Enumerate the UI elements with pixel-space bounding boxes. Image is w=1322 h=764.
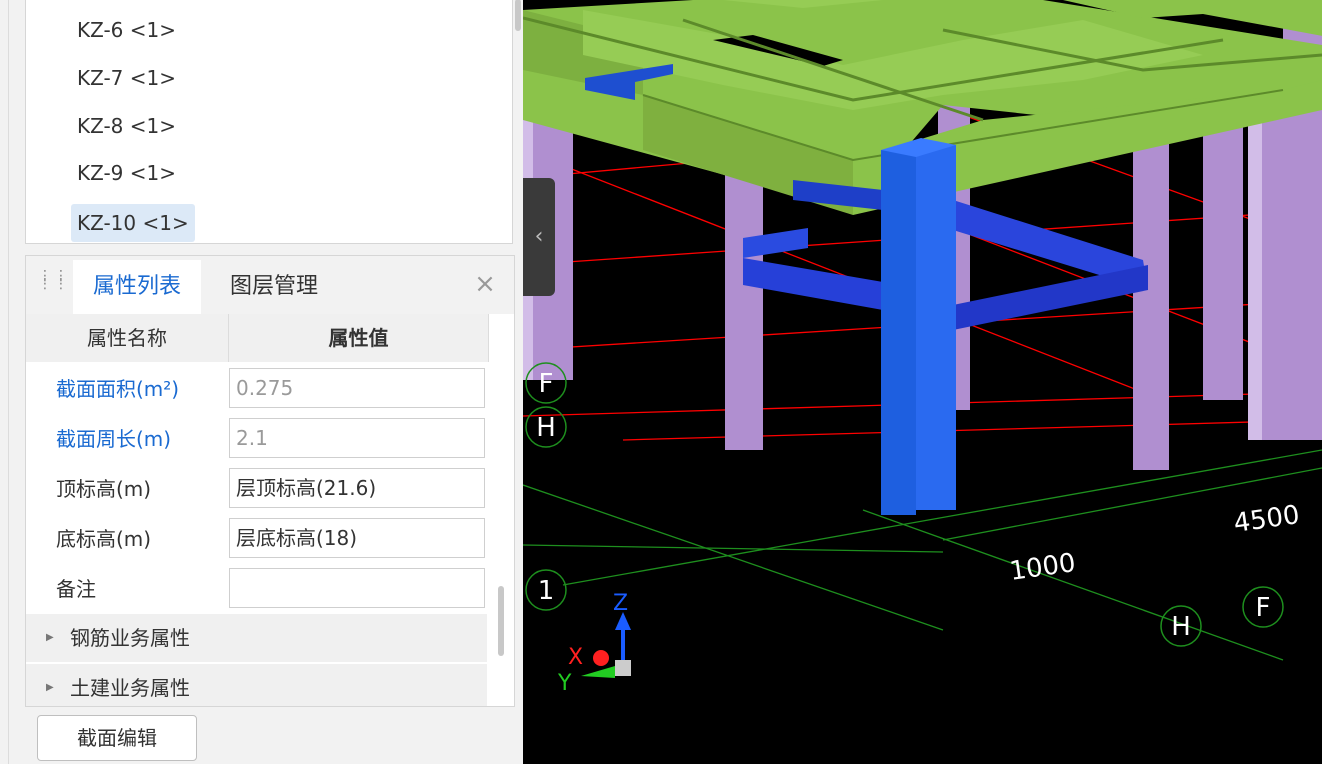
panel-tabbar: ⋮⋮ ⋮⋮ 属性列表 图层管理 × bbox=[26, 256, 514, 314]
panel-edge bbox=[8, 0, 9, 764]
tab-layer-management[interactable]: 图层管理 bbox=[210, 260, 338, 314]
property-row: 底标高(m) 层底标高(18) bbox=[26, 514, 491, 564]
3d-viewport[interactable]: F H 1 H F 4500 1000 Z X Y bbox=[523, 0, 1322, 764]
axis-label-h: H bbox=[536, 413, 556, 443]
property-name: 底标高(m) bbox=[56, 527, 152, 551]
panel-scrollbar[interactable] bbox=[498, 586, 504, 656]
property-name: 顶标高(m) bbox=[56, 477, 152, 501]
close-icon[interactable]: × bbox=[472, 268, 498, 300]
dimension-1000: 1000 bbox=[1008, 548, 1078, 587]
group-rebar-properties[interactable]: ▶ 钢筋业务属性 bbox=[26, 614, 487, 662]
group-label: 土建业务属性 bbox=[70, 676, 190, 700]
property-value-field[interactable]: 层底标高(18) bbox=[229, 518, 485, 558]
collapse-panel-button[interactable]: ‹ bbox=[523, 178, 555, 296]
axis-z-label: Z bbox=[613, 591, 628, 616]
axis-label-1: 1 bbox=[538, 576, 555, 606]
axis-x-label: X bbox=[568, 645, 583, 670]
property-value-field[interactable] bbox=[229, 568, 485, 608]
property-value-field[interactable]: 层顶标高(21.6) bbox=[229, 468, 485, 508]
tree-item-kz-10[interactable]: KZ-10 <1> bbox=[71, 204, 195, 242]
axis-gizmo-icon: Z X Y bbox=[557, 591, 631, 696]
property-row: 截面面积(m²) 0.275 bbox=[26, 364, 491, 414]
axis-label-f-2: F bbox=[1256, 593, 1271, 623]
left-panel: KZ-6 <1> KZ-7 <1> KZ-8 <1> KZ-9 <1> KZ-1… bbox=[0, 0, 523, 764]
property-name: 截面面积(m²) bbox=[56, 377, 180, 401]
property-panel: ⋮⋮ ⋮⋮ 属性列表 图层管理 × 属性名称 属性值 截面面积(m²) 0.275… bbox=[25, 255, 515, 707]
dimension-4500: 4500 bbox=[1232, 500, 1302, 539]
tree-item-kz-9[interactable]: KZ-9 <1> bbox=[71, 154, 182, 192]
dimension-labels: 4500 1000 bbox=[1008, 500, 1302, 587]
property-row: 备注 bbox=[26, 564, 491, 614]
column-header-value: 属性值 bbox=[229, 314, 489, 362]
property-value-field[interactable]: 0.275 bbox=[229, 368, 485, 408]
tab-property-list[interactable]: 属性列表 bbox=[73, 260, 202, 314]
axis-y-label: Y bbox=[557, 671, 572, 696]
column-header-name: 属性名称 bbox=[26, 314, 229, 362]
property-name: 备注 bbox=[56, 577, 96, 601]
property-value-field[interactable]: 2.1 bbox=[229, 418, 485, 458]
chevron-left-icon: ‹ bbox=[534, 224, 544, 249]
component-tree: KZ-6 <1> KZ-7 <1> KZ-8 <1> KZ-9 <1> KZ-1… bbox=[25, 0, 521, 244]
property-row: 截面周长(m) 2.1 bbox=[26, 414, 491, 464]
property-name: 截面周长(m) bbox=[56, 427, 172, 451]
model-view: F H 1 H F 4500 1000 Z X Y bbox=[523, 0, 1322, 696]
drag-grip-icon[interactable]: ⋮⋮ ⋮⋮ bbox=[38, 269, 68, 298]
group-civil-properties[interactable]: ▶ 土建业务属性 bbox=[26, 664, 487, 706]
tree-item-kz-6[interactable]: KZ-6 <1> bbox=[71, 11, 182, 49]
axis-label-h-2: H bbox=[1171, 612, 1191, 642]
property-row: 顶标高(m) 层顶标高(21.6) bbox=[26, 464, 491, 514]
tree-item-kz-7[interactable]: KZ-7 <1> bbox=[71, 59, 182, 97]
axis-label-f: F bbox=[539, 369, 554, 399]
tree-scrollbar[interactable] bbox=[515, 0, 521, 31]
expand-arrow-icon: ▶ bbox=[46, 682, 54, 693]
group-label: 钢筋业务属性 bbox=[70, 626, 190, 650]
section-edit-button[interactable]: 截面编辑 bbox=[37, 715, 197, 761]
tree-item-kz-8[interactable]: KZ-8 <1> bbox=[71, 107, 182, 145]
expand-arrow-icon: ▶ bbox=[46, 632, 54, 643]
